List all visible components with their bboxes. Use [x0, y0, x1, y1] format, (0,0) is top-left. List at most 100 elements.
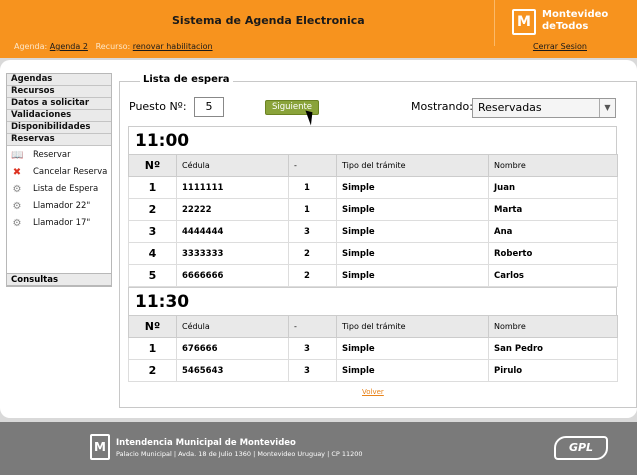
sidebar-item-recursos[interactable]: Recursos — [7, 86, 111, 98]
table-row[interactable]: 3 4444444 3 Simple Ana — [128, 220, 618, 243]
submenu-item-label: Cancelar Reserva — [33, 167, 108, 177]
table-cell: Ana — [488, 220, 618, 243]
sidebar-item-agendas[interactable]: Agendas — [7, 74, 111, 86]
table-header-row: Nº Cédula - Tipo del trámite Nombre — [128, 154, 618, 177]
gear-icon: ⚙ — [12, 184, 22, 195]
table-cell: 1 — [288, 176, 337, 199]
footer: M Intendencia Municipal de Montevideo Pa… — [0, 422, 637, 475]
table-row[interactable]: 4 3333333 2 Simple Roberto — [128, 242, 618, 265]
table-cell: 1111111 — [176, 176, 289, 199]
column-header: Tipo del trámite — [336, 154, 489, 177]
logout-link[interactable]: Cerrar Sesion — [533, 42, 587, 51]
header-divider — [494, 0, 495, 46]
table-cell: San Pedro — [488, 337, 618, 360]
sidebar-item-validaciones[interactable]: Validaciones — [7, 110, 111, 122]
table-cell: Simple — [336, 242, 489, 265]
table-cell: Simple — [336, 198, 489, 221]
puesto-input[interactable]: 5 — [194, 97, 224, 117]
panel-legend: Lista de espera — [140, 74, 233, 85]
table-row[interactable]: 2 5465643 3 Simple Pirulo — [128, 359, 618, 382]
gear-icon: ⚙ — [12, 201, 22, 212]
table-cell: Pirulo — [488, 359, 618, 382]
column-header: Nombre — [488, 315, 618, 338]
table-cell: 1 — [288, 198, 337, 221]
submenu-item[interactable]: ⚙ Lista de Espera — [7, 184, 111, 196]
submenu-item[interactable]: 📖 Reservar — [7, 150, 111, 162]
table-cell: Simple — [336, 264, 489, 287]
reservations-table: Nº Cédula - Tipo del trámite Nombre 1 1111111 1… — [128, 154, 618, 287]
column-header: Nombre — [488, 154, 618, 177]
table-cell: 4 — [128, 242, 177, 265]
table-cell: 2 — [288, 264, 337, 287]
table-cell: 5465643 — [176, 359, 289, 382]
volver-link[interactable]: Volver — [362, 388, 384, 396]
table-cell: 22222 — [176, 198, 289, 221]
table-row[interactable]: 1 676666 3 Simple San Pedro — [128, 337, 618, 360]
sidebar-submenu: 📖 Reservar ✖ Cancelar Reserva ⚙ Lista de Espe… — [7, 146, 111, 230]
chevron-down-icon[interactable]: ▼ — [599, 99, 615, 117]
table-cell: Carlos — [488, 264, 618, 287]
mostrando-value: Reservadas — [478, 101, 542, 114]
footer-logo-icon: M — [90, 434, 110, 460]
column-header: - — [288, 315, 337, 338]
reservations-table: Nº Cédula - Tipo del trámite Nombre 1 676666 3 S… — [128, 315, 618, 382]
table-row[interactable]: 2 22222 1 Simple Marta — [128, 198, 618, 221]
submenu-item-label: Llamador 17" — [33, 218, 91, 228]
submenu-item[interactable]: ✖ Cancelar Reserva — [7, 167, 111, 179]
submenu-item[interactable]: ⚙ Llamador 22" — [7, 201, 111, 213]
mostrando-label: Mostrando: — [411, 100, 473, 113]
column-header: Cédula — [176, 315, 289, 338]
recurso-label: Recurso: — [95, 42, 131, 51]
submenu-item-label: Llamador 22" — [33, 201, 91, 211]
logo-text: Montevideo deTodos — [542, 9, 608, 33]
agenda-link[interactable]: Agenda 2 — [50, 42, 88, 51]
table-cell: 676666 — [176, 337, 289, 360]
submenu-item-label: Lista de Espera — [33, 184, 99, 194]
time-slot-heading: 11:00 — [128, 126, 617, 154]
table-row[interactable]: 5 6666666 2 Simple Carlos — [128, 264, 618, 287]
table-cell: Roberto — [488, 242, 618, 265]
footer-address: Palacio Municipal | Avda. 18 de Julio 13… — [116, 450, 363, 458]
gpl-logo-icon: GPL — [554, 436, 608, 460]
app-title: Sistema de Agenda Electronica — [172, 14, 365, 27]
sidebar-item-disponibilidades[interactable]: Disponibilidades — [7, 122, 111, 134]
table-cell: Simple — [336, 337, 489, 360]
table-row[interactable]: 1 1111111 1 Simple Juan — [128, 176, 618, 199]
agenda-label: Agenda: — [14, 42, 48, 51]
table-cell: Simple — [336, 220, 489, 243]
puesto-label: Puesto Nº: — [129, 100, 187, 113]
submenu-item[interactable]: ⚙ Llamador 17" — [7, 218, 111, 230]
sidebar-item-reservas[interactable]: Reservas — [7, 134, 111, 146]
column-header: Nº — [128, 315, 177, 338]
submenu-item-label: Reservar — [33, 150, 71, 160]
table-cell: Marta — [488, 198, 618, 221]
sidebar-menu: Agendas Recursos Datos a solicitar Validaci… — [7, 74, 111, 146]
time-slot-heading: 11:30 — [128, 287, 617, 315]
table-cell: 2 — [128, 198, 177, 221]
recurso-link[interactable]: renovar habilitacion — [133, 42, 213, 51]
column-header: - — [288, 154, 337, 177]
gear-icon: ⚙ — [12, 218, 22, 229]
montevideo-logo-icon: M — [512, 9, 536, 35]
mostrando-select[interactable]: Reservadas ▼ — [472, 98, 616, 118]
logo-line-1: Montevideo — [542, 9, 609, 20]
table-cell: 4444444 — [176, 220, 289, 243]
column-header: Tipo del trámite — [336, 315, 489, 338]
book-icon: 📖 — [11, 150, 24, 161]
footer-title: Intendencia Municipal de Montevideo — [116, 438, 296, 448]
table-cell: 3 — [288, 337, 337, 360]
table-header-row: Nº Cédula - Tipo del trámite Nombre — [128, 315, 618, 338]
sidebar-item-consultas[interactable]: Consultas — [6, 273, 112, 286]
column-header: Cédula — [176, 154, 289, 177]
table-cell: Simple — [336, 176, 489, 199]
app-header: Sistema de Agenda Electronica Agenda: Ag… — [0, 0, 637, 58]
sidebar-item-datos-a-solicitar[interactable]: Datos a solicitar — [7, 98, 111, 110]
header-context: Agenda: Agenda 2 Recurso: renovar habili… — [14, 42, 213, 51]
table-cell: 1 — [128, 176, 177, 199]
table-cell: Juan — [488, 176, 618, 199]
table-cell: 1 — [128, 337, 177, 360]
table-cell: 5 — [128, 264, 177, 287]
table-cell: 3333333 — [176, 242, 289, 265]
cancel-x-icon: ✖ — [12, 167, 22, 178]
table-cell: Simple — [336, 359, 489, 382]
